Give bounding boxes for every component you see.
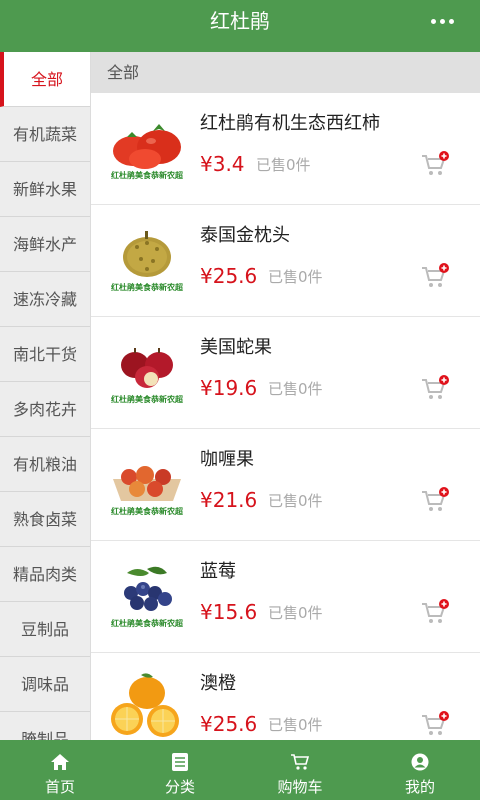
page-title: 红杜鹃 — [210, 9, 270, 33]
home-icon — [50, 752, 70, 772]
product-item[interactable]: 红杜鹃美食恭新农超 咖喱果 ¥21.6 已售0件 — [91, 429, 480, 541]
product-name[interactable]: 咖喱果 — [200, 445, 254, 471]
product-panel: 全部 红杜鹃美食恭新农超 红杜鹃有机生态西红柿 ¥3.4 已售0件 红杜鹃美食恭… — [91, 52, 480, 740]
product-sold-count: 已售0件 — [268, 380, 323, 398]
add-to-cart-icon[interactable] — [420, 710, 450, 738]
product-image-fruit-basket: 红杜鹃美食恭新农超 — [107, 447, 187, 517]
bottom-tab-bar: 首页 分类 购物车 我的 — [0, 740, 480, 800]
product-caption: 红杜鹃美食恭新农超 — [111, 507, 183, 516]
product-image-orange — [107, 671, 187, 740]
product-item[interactable]: 澳橙 ¥25.6 已售0件 — [91, 653, 480, 740]
product-image-durian: 红杜鹃美食恭新农超 — [107, 223, 187, 293]
tab-label: 购物车 — [277, 778, 323, 796]
sidebar-item-succulents[interactable]: 多肉花卉 — [0, 382, 90, 437]
add-to-cart-icon[interactable] — [420, 598, 450, 626]
user-icon — [411, 752, 429, 772]
product-price: ¥19.6 — [200, 376, 258, 400]
list-icon — [172, 752, 188, 772]
add-to-cart-icon[interactable] — [420, 486, 450, 514]
product-sold-count: 已售0件 — [268, 268, 323, 286]
product-sold-count: 已售0件 — [268, 492, 323, 510]
product-image-tomato: 红杜鹃美食恭新农超 — [107, 111, 187, 181]
add-to-cart-icon[interactable] — [420, 150, 450, 178]
tab-label: 我的 — [404, 778, 435, 796]
sidebar-item-seasoning[interactable]: 调味品 — [0, 657, 90, 712]
product-item[interactable]: 红杜鹃美食恭新农超 蓝莓 ¥15.6 已售0件 — [91, 541, 480, 653]
cart-icon — [290, 752, 310, 772]
sidebar-item-pickled[interactable]: 腌制品 — [0, 712, 90, 740]
tab-cart[interactable]: 购物车 — [240, 740, 360, 800]
add-to-cart-icon[interactable] — [420, 262, 450, 290]
sidebar-item-cooked-food[interactable]: 熟食卤菜 — [0, 492, 90, 547]
product-price: ¥15.6 — [200, 600, 258, 624]
sidebar-item-frozen[interactable]: 速冻冷藏 — [0, 272, 90, 327]
sidebar-item-grain-oil[interactable]: 有机粮油 — [0, 437, 90, 492]
sidebar-item-meat[interactable]: 精品肉类 — [0, 547, 90, 602]
more-dots-icon[interactable] — [431, 19, 454, 24]
product-name[interactable]: 美国蛇果 — [200, 333, 272, 359]
tab-home[interactable]: 首页 — [0, 740, 120, 800]
sidebar-item-dried-goods[interactable]: 南北干货 — [0, 327, 90, 382]
tab-profile[interactable]: 我的 — [360, 740, 480, 800]
product-name[interactable]: 泰国金枕头 — [200, 221, 290, 247]
product-sold-count: 已售0件 — [256, 156, 311, 174]
add-to-cart-icon[interactable] — [420, 374, 450, 402]
product-caption: 红杜鹃美食恭新农超 — [111, 171, 183, 180]
product-image-apple: 红杜鹃美食恭新农超 — [107, 335, 187, 405]
sidebar-item-all[interactable]: 全部 — [0, 52, 90, 107]
tab-category[interactable]: 分类 — [120, 740, 240, 800]
sidebar-item-tofu[interactable]: 豆制品 — [0, 602, 90, 657]
product-price: ¥25.6 — [200, 712, 258, 736]
product-item[interactable]: 红杜鹃美食恭新农超 红杜鹃有机生态西红柿 ¥3.4 已售0件 — [91, 93, 480, 205]
product-price: ¥25.6 — [200, 264, 258, 288]
product-price: ¥3.4 — [200, 152, 245, 176]
product-caption: 红杜鹃美食恭新农超 — [111, 395, 183, 404]
product-caption: 红杜鹃美食恭新农超 — [111, 283, 183, 292]
sidebar-item-seafood[interactable]: 海鲜水产 — [0, 217, 90, 272]
product-name[interactable]: 蓝莓 — [200, 557, 236, 583]
product-item[interactable]: 红杜鹃美食恭新农超 泰国金枕头 ¥25.6 已售0件 — [91, 205, 480, 317]
sidebar-item-organic-vegetables[interactable]: 有机蔬菜 — [0, 107, 90, 162]
category-sidebar: 全部 有机蔬菜 新鲜水果 海鲜水产 速冻冷藏 南北干货 多肉花卉 有机粮油 熟食… — [0, 52, 91, 740]
product-name[interactable]: 红杜鹃有机生态西红柿 — [200, 109, 380, 135]
sidebar-item-fresh-fruit[interactable]: 新鲜水果 — [0, 162, 90, 217]
product-sold-count: 已售0件 — [268, 716, 323, 734]
tab-label: 分类 — [164, 778, 195, 796]
category-heading: 全部 — [91, 52, 480, 93]
product-name[interactable]: 澳橙 — [200, 669, 236, 695]
product-sold-count: 已售0件 — [268, 604, 323, 622]
tab-label: 首页 — [44, 778, 75, 796]
product-caption: 红杜鹃美食恭新农超 — [111, 619, 183, 628]
product-price: ¥21.6 — [200, 488, 258, 512]
app-header: 红杜鹃 — [0, 0, 480, 52]
product-item[interactable]: 红杜鹃美食恭新农超 美国蛇果 ¥19.6 已售0件 — [91, 317, 480, 429]
product-image-blueberry: 红杜鹃美食恭新农超 — [107, 559, 187, 629]
